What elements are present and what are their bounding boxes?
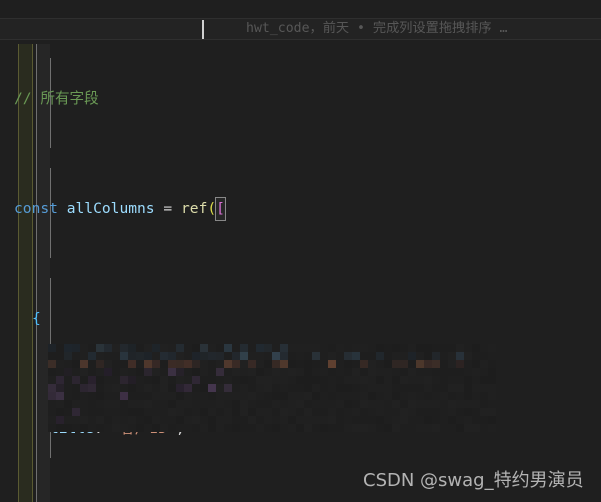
comment-text: // 所有字段 xyxy=(14,90,99,107)
operator-equals: = xyxy=(163,200,173,217)
code-line-1[interactable]: // 所有字段 xyxy=(0,88,601,110)
git-blame-annotation[interactable]: hwt_code，前天 • 完成列设置拖拽排序 … xyxy=(246,18,507,40)
keyword-const: const xyxy=(14,200,58,217)
censored-code-mosaic xyxy=(48,344,496,432)
csdn-watermark: CSDN @swag_特约男演员 xyxy=(363,466,584,492)
code-editor[interactable]: // 所有字段 const allColumns = ref([ { title… xyxy=(0,0,601,502)
code-line-3[interactable]: { xyxy=(0,308,601,330)
watermark-text: CSDN @swag_特约男演员 xyxy=(363,470,584,491)
open-bracket: [ xyxy=(216,200,225,217)
git-blame-text: hwt_code，前天 • 完成列设置拖拽排序 … xyxy=(246,21,508,36)
bracket-match-box: [ xyxy=(215,197,226,221)
code-line-2[interactable]: const allColumns = ref([ xyxy=(0,197,601,221)
function-ref: ref xyxy=(181,200,208,217)
open-paren: ( xyxy=(207,200,217,217)
open-brace: { xyxy=(32,310,41,327)
identifier-allcolumns: allColumns xyxy=(66,200,155,217)
text-cursor xyxy=(202,20,204,39)
